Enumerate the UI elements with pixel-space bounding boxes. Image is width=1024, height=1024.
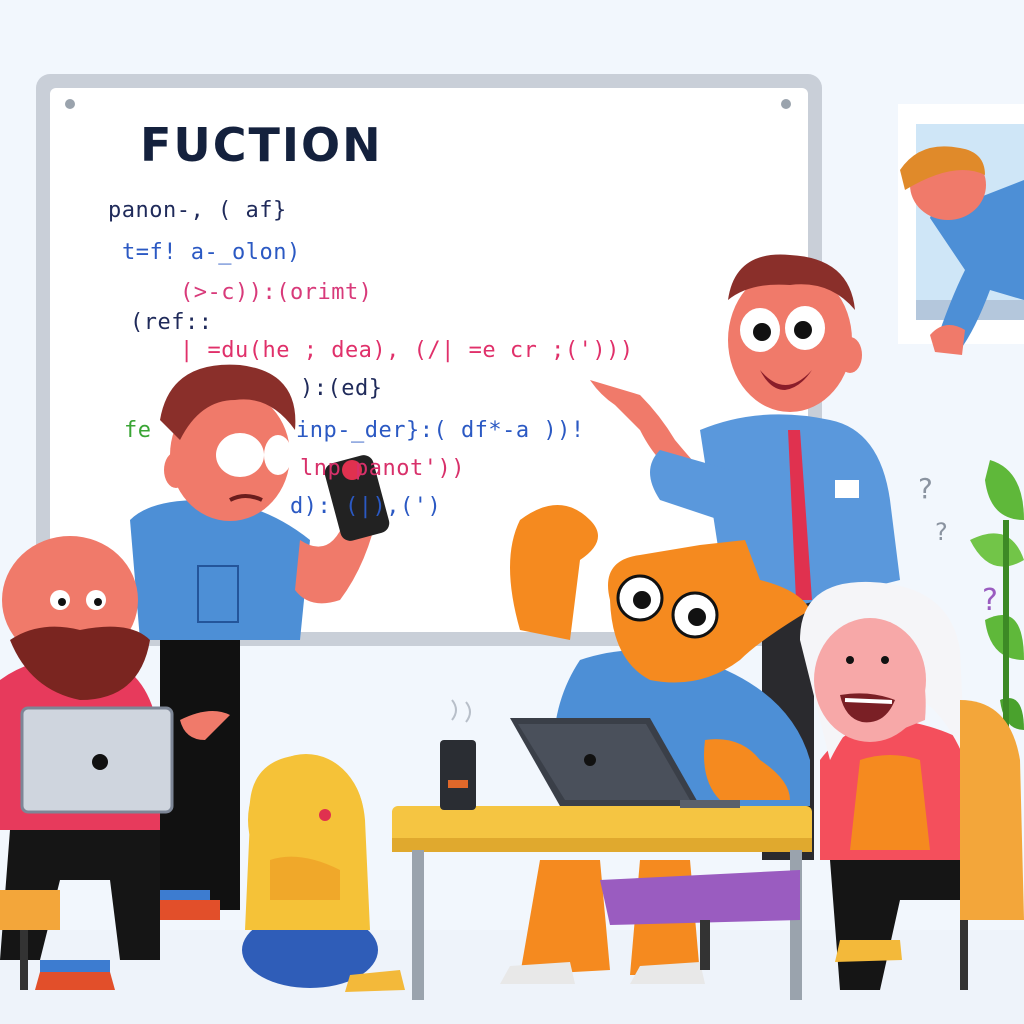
code-line-1: panon-, ( af} [108, 198, 287, 223]
whiteboard-title: FUCTION [140, 118, 383, 172]
code-line-7: fe [124, 418, 152, 443]
code-line-8: inp-_der}:( df*-a ))! [296, 418, 585, 443]
laptop-left [20, 706, 174, 814]
code-line-9: lnp panot')) [300, 456, 465, 481]
code-line-4: (ref:: [130, 310, 213, 335]
svg-text:?: ? [918, 472, 933, 505]
code-line-5: | =du(he ; dea), (/| =e cr ;('))) [180, 338, 634, 363]
svg-text:?: ? [982, 583, 998, 618]
code-line-2: t=f! a-_olon) [122, 240, 301, 265]
code-line-10: d): (|),(') [290, 494, 442, 519]
code-line-3: (>-c)):(orimt) [180, 280, 373, 305]
svg-text:?: ? [935, 518, 948, 546]
code-line-6: ):(ed} [300, 376, 383, 401]
